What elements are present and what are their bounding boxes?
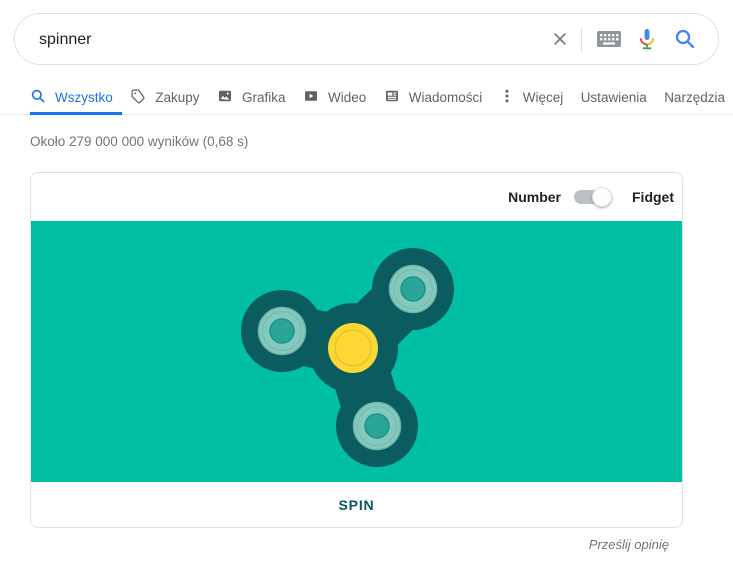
fidget-spinner-graphic [241, 248, 454, 467]
mic-icon[interactable] [635, 26, 659, 52]
tab-zakupy[interactable]: Zakupy [130, 88, 200, 107]
image-icon [217, 88, 233, 107]
toggle-knob[interactable] [592, 187, 612, 207]
video-icon [303, 88, 319, 107]
spin-bar: SPIN [31, 482, 682, 527]
search-icon [30, 88, 46, 107]
spinner-widget-card: Number Fidget SPIN [30, 172, 683, 528]
tab-label: Więcej [522, 89, 564, 105]
spin-button[interactable]: SPIN [339, 497, 375, 513]
news-icon [384, 88, 400, 107]
clear-icon[interactable] [548, 27, 572, 51]
tab-wiadomosci[interactable]: Wiadomości [384, 88, 483, 107]
tab-grafika[interactable]: Grafika [217, 88, 286, 107]
active-tab-underline [30, 112, 122, 115]
spinner-bearing-bottom [352, 401, 402, 451]
tab-label: Ustawienia [580, 89, 647, 105]
tab-label: Narzędzia [664, 89, 725, 105]
tab-ustawienia[interactable]: Ustawienia [581, 90, 647, 105]
search-bar[interactable]: spinner [14, 13, 719, 65]
toggle-label-number[interactable]: Number [508, 189, 561, 205]
keyboard-icon[interactable] [596, 29, 622, 49]
tab-label: Wideo [327, 89, 367, 105]
fidget-spinner-canvas[interactable] [31, 221, 682, 482]
tab-label: Grafika [241, 89, 286, 105]
more-vert-icon [500, 88, 514, 107]
spinner-mode-header: Number Fidget [31, 173, 682, 221]
tab-wszystko[interactable]: Wszystko [30, 88, 122, 115]
mode-toggle-switch[interactable] [574, 187, 612, 207]
results-stats: Około 279 000 000 wyników (0,68 s) [30, 134, 249, 149]
tab-label: Wiadomości [408, 89, 483, 105]
spinner-hub [328, 323, 378, 373]
shopping-tag-icon [130, 88, 146, 107]
results-tabs: Wszystko Zakupy Grafika Wideo Wiadomości… [0, 80, 733, 115]
tab-narzedzia[interactable]: Narzędzia [664, 90, 725, 105]
send-feedback-link[interactable]: Prześlij opinię [30, 537, 683, 552]
toggle-label-fidget[interactable]: Fidget [632, 189, 674, 205]
search-input[interactable]: spinner [39, 14, 91, 66]
tab-label: Wszystko [55, 89, 113, 105]
spinner-bearing-top-right [388, 264, 438, 314]
spinner-bearing-left [257, 306, 307, 356]
searchbar-divider [581, 27, 582, 53]
tab-wideo[interactable]: Wideo [303, 88, 366, 107]
tab-wiecej[interactable]: Więcej [500, 88, 564, 107]
google-search-results-page: spinner Wszystko Zakupy Grafika Wideo Wi… [0, 0, 733, 575]
search-icon[interactable] [673, 27, 697, 51]
tab-label: Zakupy [155, 89, 200, 105]
